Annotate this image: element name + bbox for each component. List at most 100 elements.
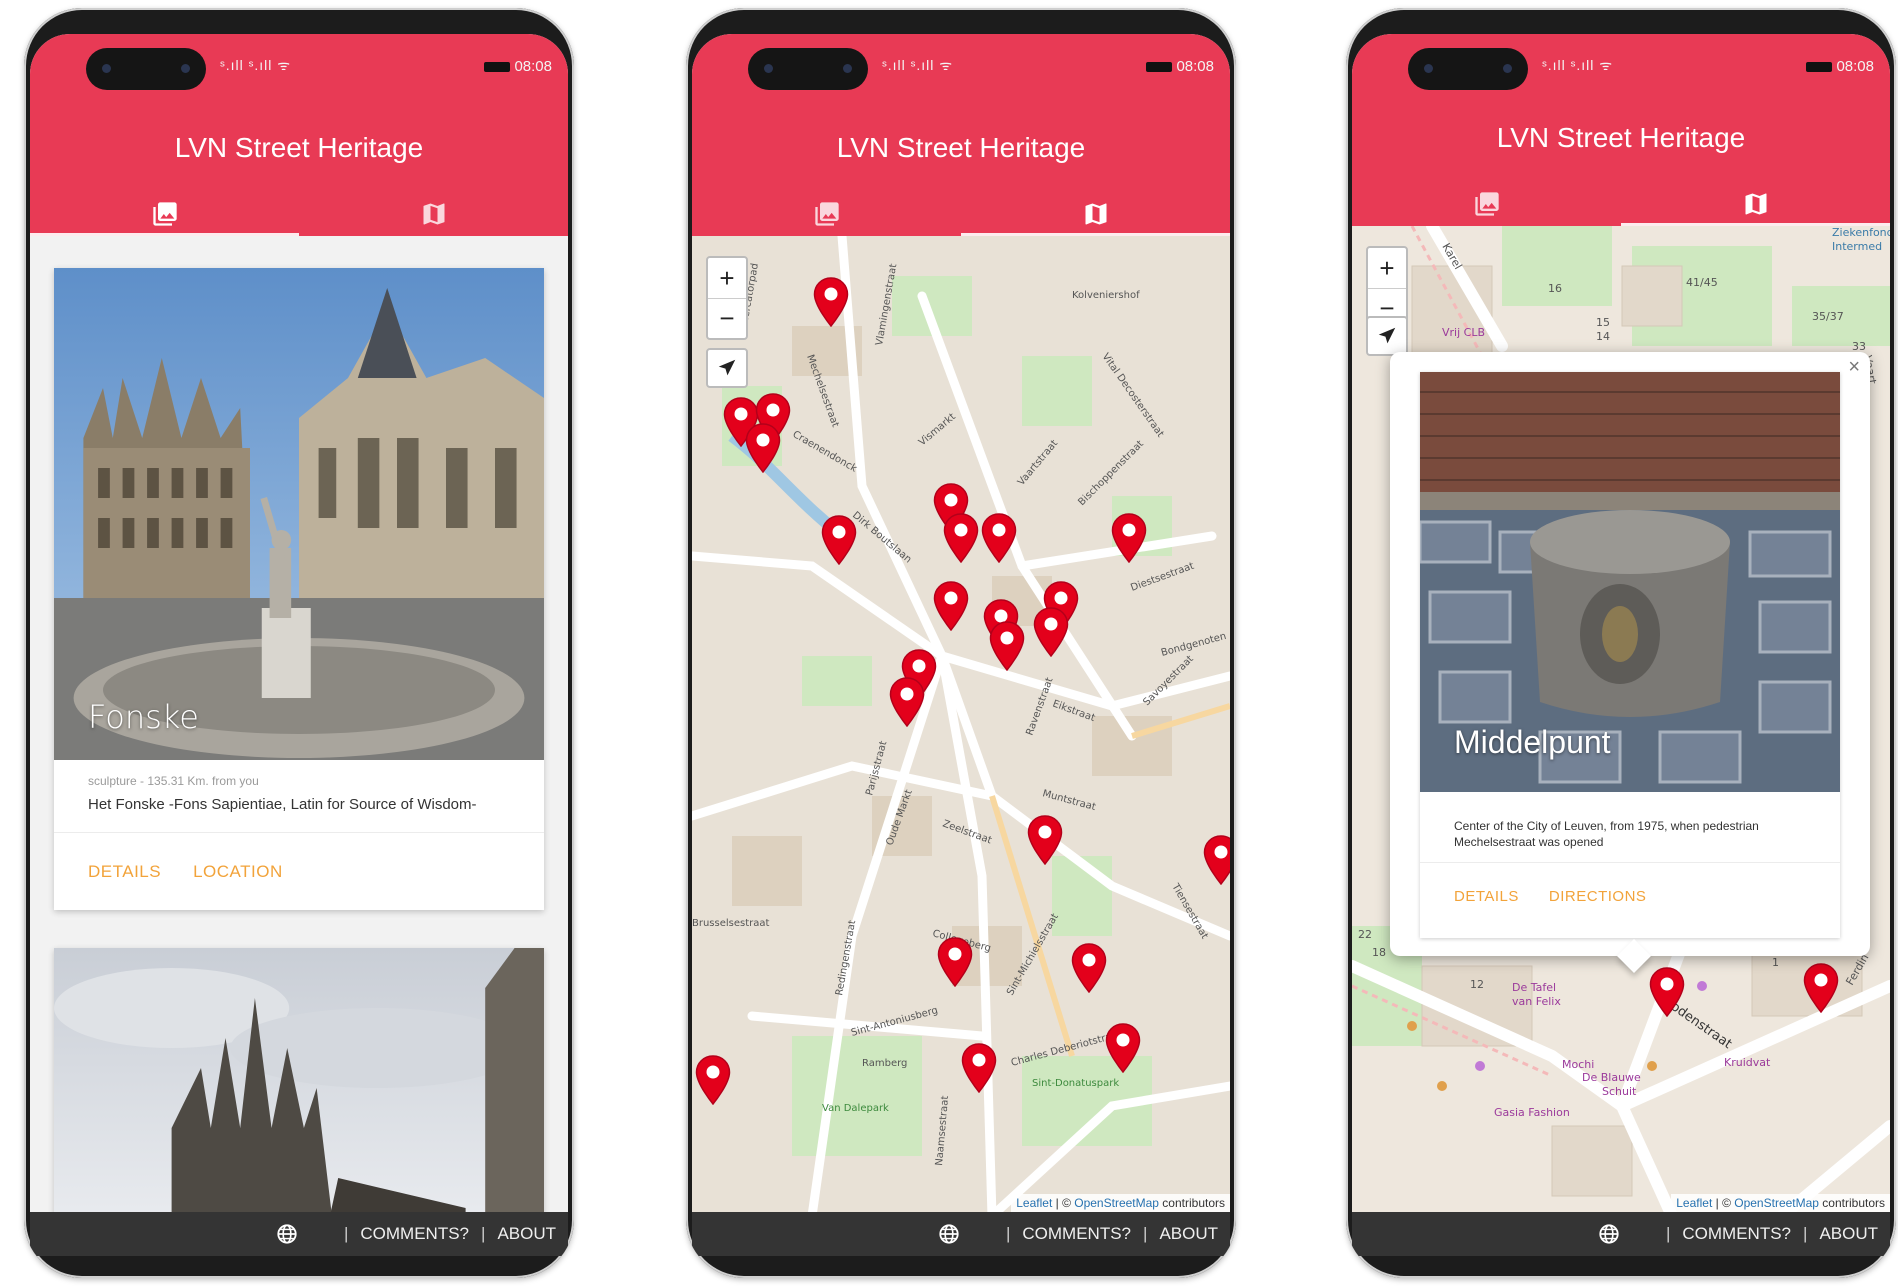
battery-icon bbox=[484, 61, 511, 72]
attribution-suffix: contributors bbox=[1158, 1196, 1225, 1210]
tab-gallery[interactable] bbox=[692, 196, 961, 236]
popup-close-button[interactable]: × bbox=[1848, 356, 1860, 379]
footer-separator: | bbox=[481, 1224, 486, 1243]
map-container: Mechelsestraat Kolveniershof Vital Decos… bbox=[692, 236, 1230, 1212]
popup-photo-middelpunt[interactable]: Middelpunt bbox=[1420, 372, 1840, 792]
openstreetmap-link[interactable]: OpenStreetMap bbox=[1074, 1196, 1159, 1210]
navigation-arrow-icon bbox=[716, 357, 738, 379]
about-link[interactable]: ABOUT bbox=[1159, 1224, 1218, 1244]
map-pin-icon bbox=[1104, 1022, 1142, 1074]
app-title: LVN Street Heritage bbox=[174, 132, 424, 163]
details-button[interactable]: DETAILS bbox=[1454, 888, 1519, 905]
attribution-suffix: contributors bbox=[1818, 1196, 1885, 1210]
city-map-zoomed[interactable]: Jodenstraat De Tafel van Felix De Blauwe… bbox=[1352, 226, 1890, 1212]
map-marker[interactable] bbox=[1648, 966, 1686, 1018]
map-marker[interactable] bbox=[1026, 814, 1064, 866]
map-marker[interactable] bbox=[936, 936, 974, 988]
comments-link[interactable]: COMMENTS? bbox=[360, 1224, 469, 1244]
map-marker[interactable] bbox=[694, 1054, 732, 1106]
divider bbox=[1420, 862, 1840, 863]
svg-text:Ramberg: Ramberg bbox=[862, 1058, 907, 1069]
city-map[interactable]: Mechelsestraat Kolveniershof Vital Decos… bbox=[692, 236, 1230, 1212]
map-marker[interactable] bbox=[1110, 512, 1148, 564]
battery-clock: 08:08 bbox=[1806, 58, 1874, 75]
map-marker[interactable] bbox=[812, 276, 850, 328]
svg-text:Vrij CLB: Vrij CLB bbox=[1442, 326, 1485, 339]
svg-text:12: 12 bbox=[1470, 978, 1484, 991]
zoom-control: + − bbox=[706, 256, 748, 340]
tab-map[interactable] bbox=[961, 196, 1230, 236]
comments-link[interactable]: COMMENTS? bbox=[1022, 1224, 1131, 1244]
map-icon bbox=[1741, 190, 1771, 218]
map-marker[interactable] bbox=[980, 512, 1018, 564]
map-pin-icon bbox=[942, 512, 980, 564]
zoom-out-button[interactable]: − bbox=[708, 298, 746, 338]
tab-map[interactable] bbox=[1621, 186, 1890, 226]
svg-text:Intermed: Intermed bbox=[1832, 240, 1882, 253]
map-marker[interactable] bbox=[1070, 942, 1108, 994]
map-marker[interactable] bbox=[744, 422, 782, 474]
battery-clock: 08:08 bbox=[1146, 58, 1214, 75]
language-button[interactable] bbox=[276, 1223, 298, 1245]
globe-icon bbox=[276, 1223, 298, 1245]
status-bar: ˢ.ıll ˢ.ıll ᯤ 08:08 bbox=[692, 34, 1230, 94]
tab-gallery[interactable] bbox=[30, 196, 299, 236]
openstreetmap-link[interactable]: OpenStreetMap bbox=[1734, 1196, 1819, 1210]
language-button[interactable] bbox=[1598, 1223, 1620, 1245]
map-marker[interactable] bbox=[942, 512, 980, 564]
map-marker[interactable] bbox=[1802, 962, 1840, 1014]
map-marker[interactable] bbox=[888, 676, 926, 728]
map-pin-icon bbox=[744, 422, 782, 474]
card-photo-town-hall[interactable] bbox=[54, 948, 544, 1212]
map-marker[interactable] bbox=[1104, 1022, 1142, 1074]
app-bar: ˢ.ıll ˢ.ıll ᯤ 08:08 LVN Street Heritage bbox=[1352, 34, 1890, 226]
front-camera bbox=[748, 48, 868, 90]
map-marker[interactable] bbox=[820, 514, 858, 566]
about-link[interactable]: ABOUT bbox=[1819, 1224, 1878, 1244]
status-bar: ˢ.ıll ˢ.ıll ᯤ 08:08 bbox=[1352, 34, 1890, 94]
app-bar: ˢ.ıll ˢ.ıll ᯤ 08:08 LVN Street Heritage bbox=[30, 34, 568, 236]
map-marker[interactable] bbox=[1202, 834, 1230, 886]
attribution-separator: | © bbox=[1052, 1196, 1075, 1210]
comments-link[interactable]: COMMENTS? bbox=[1682, 1224, 1791, 1244]
leaflet-link[interactable]: Leaflet bbox=[1016, 1196, 1052, 1210]
popup-description: Center of the City of Leuven, from 1975,… bbox=[1454, 819, 1759, 849]
map-marker[interactable] bbox=[960, 1042, 998, 1094]
map-pin-icon bbox=[1202, 834, 1230, 886]
locate-me-button[interactable] bbox=[706, 348, 748, 388]
map-marker[interactable] bbox=[988, 620, 1026, 672]
svg-text:22: 22 bbox=[1358, 928, 1372, 941]
footer-bar: | COMMENTS? | ABOUT bbox=[692, 1212, 1230, 1256]
map-marker[interactable] bbox=[932, 580, 970, 632]
battery-icon bbox=[1146, 61, 1173, 72]
svg-text:Van Dalepark: Van Dalepark bbox=[822, 1103, 889, 1114]
directions-button[interactable]: DIRECTIONS bbox=[1549, 888, 1647, 905]
leaflet-link[interactable]: Leaflet bbox=[1676, 1196, 1712, 1210]
svg-text:van Felix: van Felix bbox=[1512, 995, 1561, 1008]
tab-gallery[interactable] bbox=[1352, 186, 1621, 226]
status-time: 08:08 bbox=[1836, 58, 1874, 75]
map-marker[interactable] bbox=[1032, 606, 1070, 658]
map-attribution: Leaflet | © OpenStreetMap contributors bbox=[1011, 1194, 1230, 1212]
card-photo-fonske[interactable]: Fonske bbox=[54, 268, 544, 760]
about-link[interactable]: ABOUT bbox=[497, 1224, 556, 1244]
map-pin-icon bbox=[1648, 966, 1686, 1018]
location-button[interactable]: LOCATION bbox=[193, 862, 283, 882]
phone-map-view: ˢ.ıll ˢ.ıll ᯤ 08:08 LVN Street Heritage bbox=[686, 8, 1236, 1278]
card-list[interactable]: Fonske sculpture - 135.31 Km. from you H… bbox=[30, 236, 568, 1212]
heritage-card bbox=[54, 948, 544, 1212]
details-button[interactable]: DETAILS bbox=[88, 862, 161, 882]
map-pin-icon bbox=[1026, 814, 1064, 866]
footer-separator: | bbox=[1803, 1224, 1808, 1243]
locate-me-button[interactable] bbox=[1366, 316, 1408, 356]
map-icon bbox=[1081, 200, 1111, 228]
zoom-in-button[interactable]: + bbox=[1368, 248, 1406, 288]
popup-actions: DETAILS DIRECTIONS bbox=[1454, 888, 1646, 905]
phone-list-view: ˢ.ıll ˢ.ıll ᯤ 08:08 LVN Street Heritage bbox=[24, 8, 574, 1278]
tab-map[interactable] bbox=[299, 196, 568, 236]
battery-clock: 08:08 bbox=[484, 58, 552, 75]
photo-library-icon bbox=[150, 200, 180, 228]
zoom-in-button[interactable]: + bbox=[708, 258, 746, 298]
language-button[interactable] bbox=[938, 1223, 960, 1245]
app-title: LVN Street Heritage bbox=[1496, 122, 1746, 153]
